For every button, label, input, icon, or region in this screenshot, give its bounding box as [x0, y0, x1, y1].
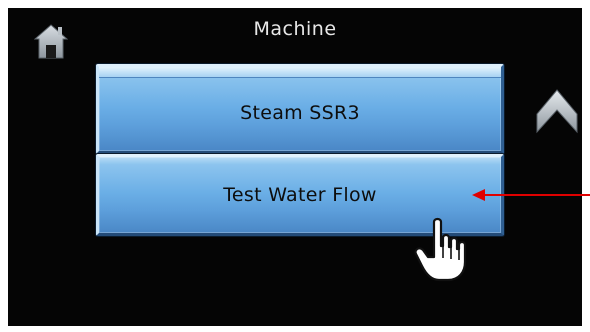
scroll-up-button[interactable]	[535, 86, 579, 138]
button-bevel	[99, 67, 501, 78]
menu-item-label: Test Water Flow	[223, 184, 377, 206]
page-title: Machine	[253, 18, 337, 40]
hand-pointer-icon	[414, 217, 467, 282]
chevron-up-icon	[536, 89, 578, 134]
home-button[interactable]	[33, 22, 69, 62]
menu-item-steam-ssr3[interactable]: Steam SSR3	[96, 64, 504, 154]
menu-item-label: Steam SSR3	[240, 102, 360, 124]
arrow-left-icon	[472, 189, 590, 201]
home-icon	[33, 24, 69, 59]
device-screen: Machine Steam SSR3 Test Water Flow	[8, 8, 582, 326]
